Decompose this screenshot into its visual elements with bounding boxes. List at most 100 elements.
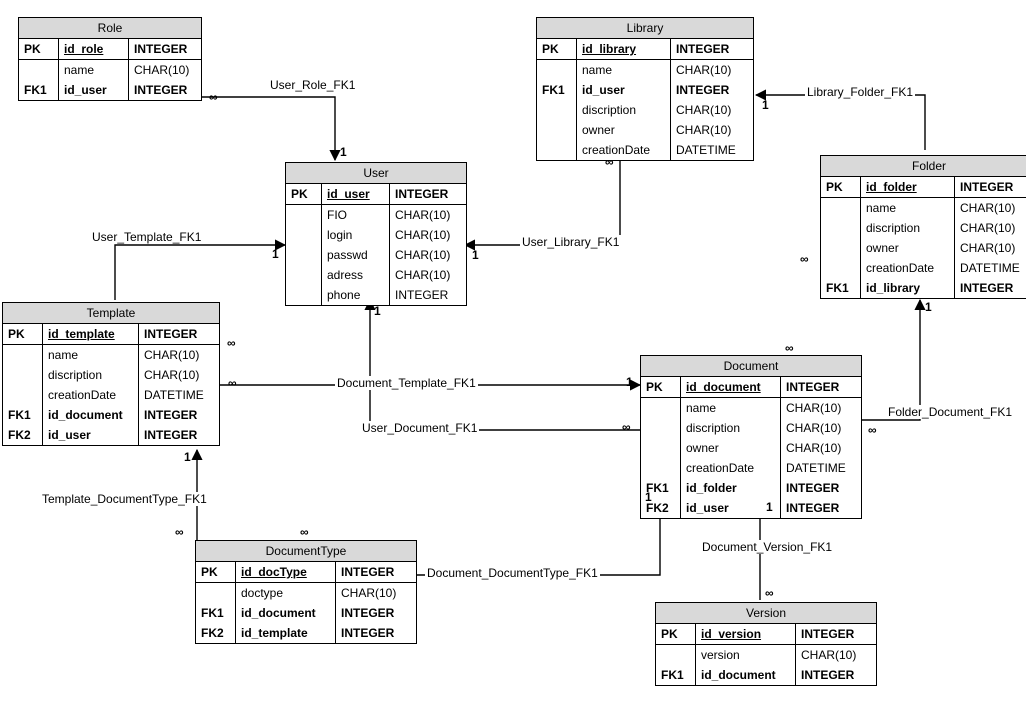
attr-name: passwd — [322, 245, 390, 265]
attr-key — [3, 385, 43, 405]
attr-name: discription — [861, 218, 955, 238]
rel-user-role: User_Role_FK1 — [268, 78, 357, 92]
attr-type: CHAR(10) — [390, 204, 466, 225]
attr-key — [286, 245, 322, 265]
attr-name: id_user — [577, 80, 671, 100]
attr-key: FK1 — [656, 665, 696, 685]
attr-name: phone — [322, 285, 390, 305]
attr-key — [641, 438, 681, 458]
pk-key: PK — [286, 184, 322, 204]
pk-name: id_document — [681, 377, 781, 397]
attr-type: INTEGER — [139, 425, 219, 445]
attr-type: CHAR(10) — [139, 365, 219, 385]
attr-type: CHAR(10) — [796, 644, 876, 665]
pk-key: PK — [196, 562, 236, 582]
attr-type: INTEGER — [129, 80, 201, 100]
attr-key — [821, 238, 861, 258]
attr-type: CHAR(10) — [781, 397, 861, 418]
attr-name: doctype — [236, 582, 336, 603]
attr-name: id_library — [861, 278, 955, 298]
pk-type: INTEGER — [336, 562, 416, 582]
pk-type: INTEGER — [955, 177, 1026, 197]
er-diagram: Role PK id_role INTEGER name CHAR(10) FK… — [0, 0, 1026, 708]
attr-key — [821, 197, 861, 218]
attr-name: name — [43, 344, 139, 365]
attr-key — [641, 397, 681, 418]
pk-name: id_library — [577, 39, 671, 59]
attr-type: CHAR(10) — [955, 197, 1026, 218]
attr-key — [821, 258, 861, 278]
card-one: 1 — [626, 375, 633, 389]
attr-name: discription — [681, 418, 781, 438]
pk-name: id_docType — [236, 562, 336, 582]
attr-name: name — [59, 59, 129, 80]
entity-role: Role PK id_role INTEGER name CHAR(10) FK… — [18, 17, 202, 101]
attr-name: name — [577, 59, 671, 80]
attr-key: FK1 — [196, 603, 236, 623]
attr-type: CHAR(10) — [955, 238, 1026, 258]
attr-name: creationDate — [861, 258, 955, 278]
rel-document-version: Document_Version_FK1 — [700, 540, 834, 554]
attr-type: CHAR(10) — [671, 120, 753, 140]
attr-key — [286, 285, 322, 305]
attr-name: adress — [322, 265, 390, 285]
attr-key — [537, 120, 577, 140]
attr-name: id_document — [43, 405, 139, 425]
entity-title: User — [286, 163, 466, 184]
pk-type: INTEGER — [781, 377, 861, 397]
entity-version: Version PK id_version INTEGER version CH… — [655, 602, 877, 686]
card-one: 1 — [925, 300, 932, 314]
pk-key: PK — [537, 39, 577, 59]
pk-name: id_folder — [861, 177, 955, 197]
pk-type: INTEGER — [129, 39, 201, 59]
attr-key — [3, 365, 43, 385]
attr-name: creationDate — [577, 140, 671, 160]
entity-template: Template PK id_template INTEGER name CHA… — [2, 302, 220, 446]
attr-key — [3, 344, 43, 365]
entity-folder: Folder PK id_folder INTEGER name CHAR(10… — [820, 155, 1026, 299]
attr-type: INTEGER — [781, 478, 861, 498]
card-many: ∞ — [605, 155, 614, 169]
attr-key: FK2 — [3, 425, 43, 445]
attr-type: CHAR(10) — [781, 418, 861, 438]
attr-type: CHAR(10) — [671, 100, 753, 120]
attr-name: creationDate — [43, 385, 139, 405]
attr-key — [196, 582, 236, 603]
entity-title: Version — [656, 603, 876, 624]
card-many: ∞ — [785, 341, 794, 355]
attr-type: DATETIME — [671, 140, 753, 160]
attr-name: discription — [577, 100, 671, 120]
attr-key: FK2 — [196, 623, 236, 643]
attr-key: FK1 — [821, 278, 861, 298]
attr-key — [656, 644, 696, 665]
attr-type: CHAR(10) — [955, 218, 1026, 238]
attr-type: CHAR(10) — [671, 59, 753, 80]
card-many: ∞ — [300, 525, 309, 539]
card-many: ∞ — [175, 525, 184, 539]
card-one: 1 — [184, 450, 191, 464]
attr-type: DATETIME — [139, 385, 219, 405]
attr-key — [286, 204, 322, 225]
card-many: ∞ — [228, 376, 237, 390]
attr-type: INTEGER — [781, 498, 861, 518]
entity-document: Document PK id_document INTEGER name CHA… — [640, 355, 862, 519]
rel-user-template: User_Template_FK1 — [90, 230, 203, 244]
attr-type: INTEGER — [671, 80, 753, 100]
rel-folder-document: Folder_Document_FK1 — [886, 405, 1014, 419]
attr-type: INTEGER — [390, 285, 466, 305]
pk-type: INTEGER — [671, 39, 753, 59]
attr-key — [537, 100, 577, 120]
rel-user-library: User_Library_FK1 — [520, 235, 621, 249]
attr-name: owner — [681, 438, 781, 458]
attr-name: login — [322, 225, 390, 245]
entity-title: Library — [537, 18, 753, 39]
attr-name: owner — [861, 238, 955, 258]
attr-key — [821, 218, 861, 238]
attr-name: id_template — [236, 623, 336, 643]
attr-type: INTEGER — [796, 665, 876, 685]
attr-name: FIO — [322, 204, 390, 225]
entity-user: User PK id_user INTEGER FIO CHAR(10) log… — [285, 162, 467, 306]
pk-key: PK — [19, 39, 59, 59]
pk-key: PK — [641, 377, 681, 397]
attr-key: FK1 — [537, 80, 577, 100]
